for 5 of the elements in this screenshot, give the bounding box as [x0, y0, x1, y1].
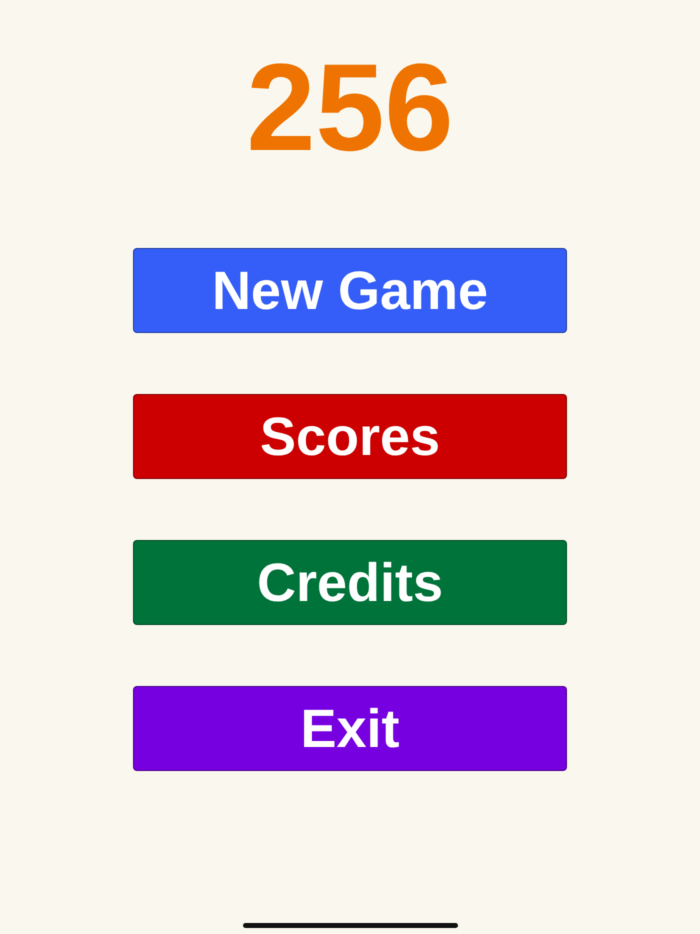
game-title: 256	[246, 46, 454, 170]
menu-button[interactable]: Exit	[133, 686, 567, 771]
menu-button[interactable]: New Game	[133, 248, 567, 333]
menu-button[interactable]: Scores	[133, 394, 567, 479]
menu-button[interactable]: Credits	[133, 540, 567, 625]
